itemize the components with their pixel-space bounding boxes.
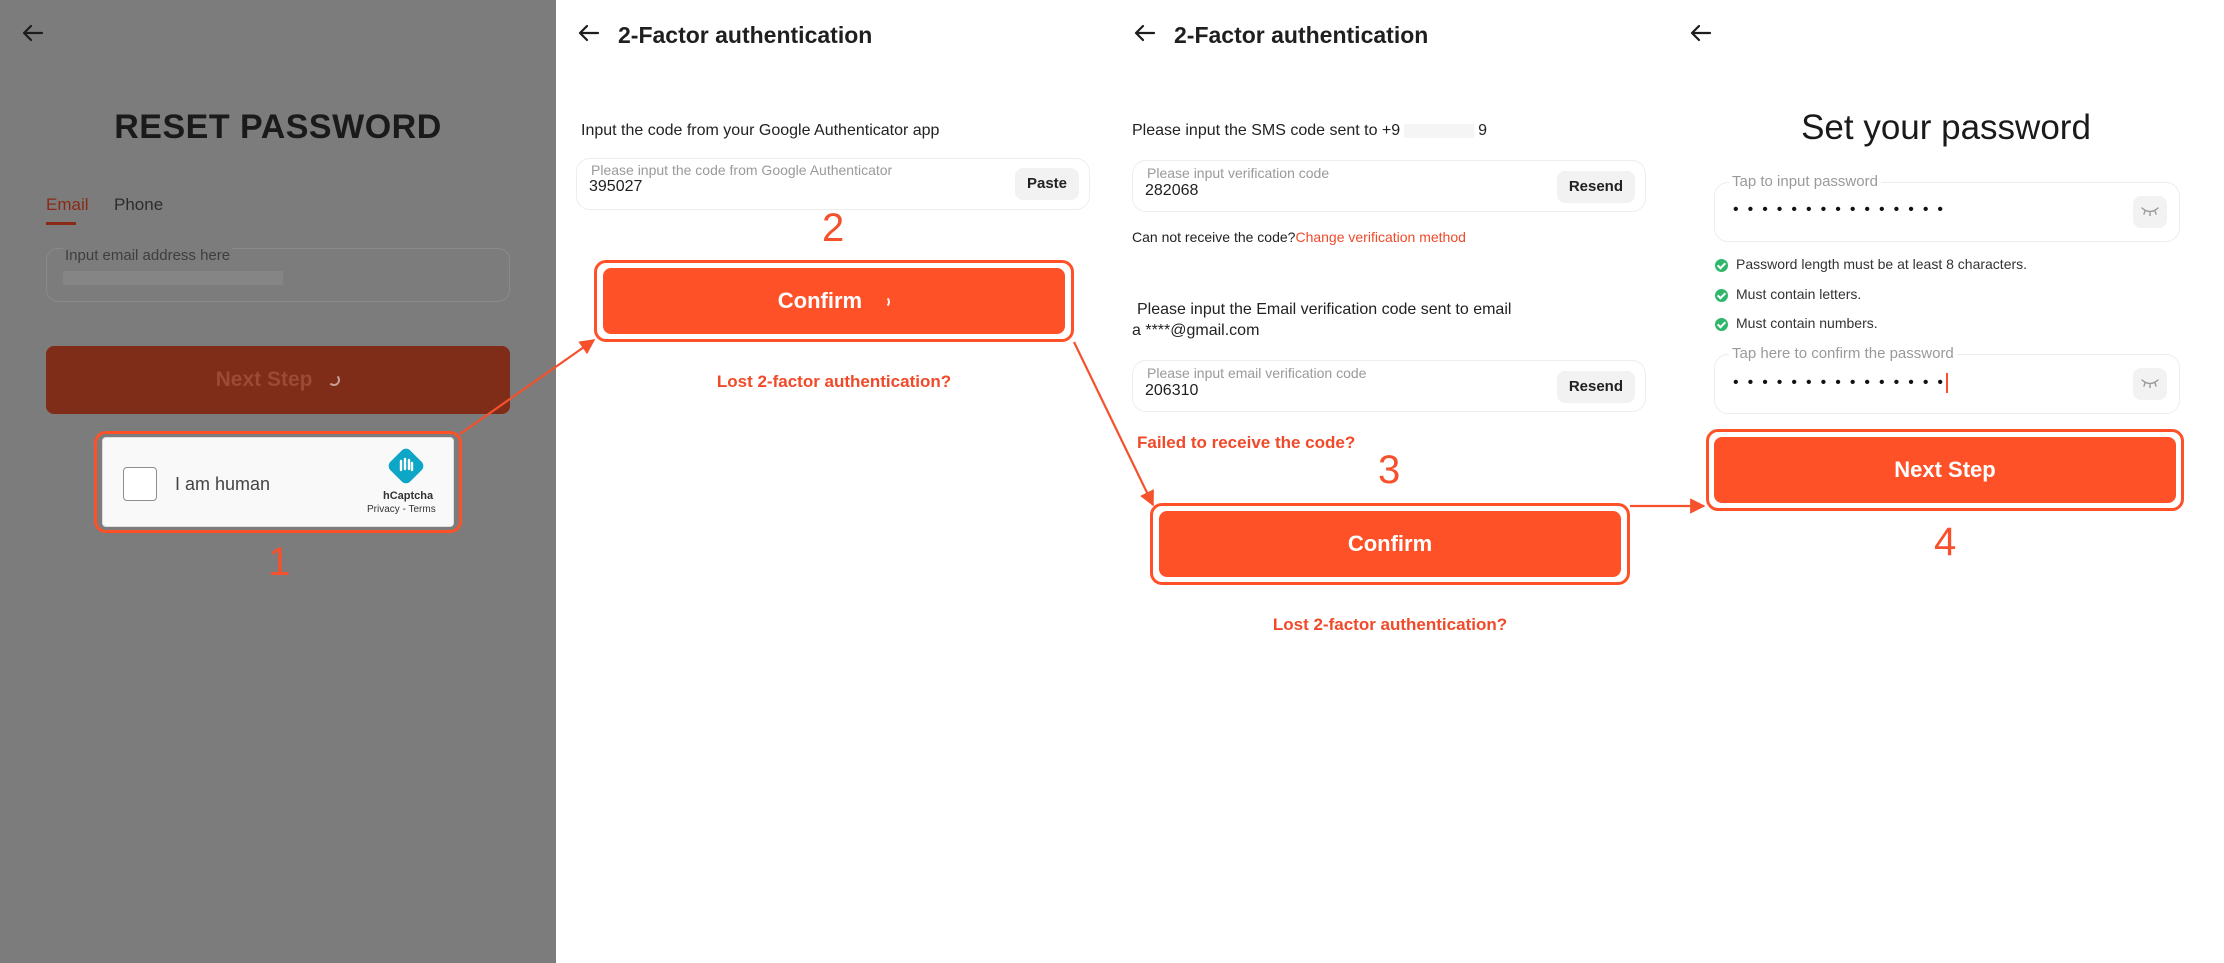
back-arrow-icon[interactable] <box>20 20 46 46</box>
sms-instruction: Please input the SMS code sent to +9 9 <box>1132 122 1487 140</box>
captcha-brand: hCaptcha <box>383 490 434 502</box>
confirm-password-dots: ••••••••••••••• <box>1733 374 1953 392</box>
email-resend-button[interactable]: Resend <box>1556 371 1635 403</box>
eye-closed-icon[interactable] <box>2133 196 2167 228</box>
eye-closed-icon[interactable] <box>2133 368 2167 400</box>
lost-2fa-link[interactable]: Lost 2-factor authentication? <box>556 372 1112 392</box>
email-field[interactable]: Input email address here <box>46 247 510 302</box>
change-method-link[interactable]: Change verification method <box>1295 229 1465 245</box>
failed-receive-link[interactable]: Failed to receive the code? <box>1137 433 1355 453</box>
captcha-widget[interactable]: I am human hCaptcha Privacy - Terms <box>102 437 454 527</box>
page-title: 2-Factor authentication <box>1174 22 1429 48</box>
next-step-button[interactable]: Next Step <box>1714 437 2176 503</box>
captcha-label: I am human <box>175 474 271 494</box>
back-arrow-icon[interactable] <box>1688 20 1714 46</box>
captcha-links[interactable]: Privacy - Terms <box>367 504 436 515</box>
paste-button[interactable]: Paste <box>1014 168 1079 200</box>
confirm-password-field[interactable]: Tap here to confirm the password •••••••… <box>1714 345 2180 414</box>
step-number-4: 4 <box>1934 520 1957 564</box>
sms-code-placeholder: Please input verification code <box>1147 165 1330 181</box>
password-label: Tap to input password <box>1729 173 1881 190</box>
authenticator-code-placeholder: Please input the code from Google Authen… <box>591 162 893 178</box>
cannot-receive-row: Can not receive the code?Change verifica… <box>1132 229 1466 245</box>
next-step-label: Next Step <box>215 368 313 391</box>
sms-code-value: 282068 <box>1145 182 1199 199</box>
phone-mask <box>1404 123 1475 138</box>
cannot-receive-text: Can not receive the code? <box>1132 229 1296 245</box>
sms-instruction-suffix: 9 <box>1478 122 1488 139</box>
step-number-2: 2 <box>822 206 845 250</box>
check-circle-icon <box>1715 258 1728 272</box>
tab-email-label: Email <box>46 195 89 214</box>
tab-email[interactable]: Email <box>46 195 89 225</box>
back-arrow-icon[interactable] <box>1132 20 1158 46</box>
sms-instruction-text: Please input the SMS code sent to +9 <box>1132 122 1401 139</box>
next-step-button[interactable]: Next Step <box>46 346 510 414</box>
email-code-value: 206310 <box>1145 382 1199 399</box>
step-number-1: 1 <box>268 540 291 584</box>
tab-active-indicator <box>46 222 76 225</box>
rule-letters: Must contain letters. <box>1715 286 1861 302</box>
sms-code-field[interactable]: Please input verification code 282068 Re… <box>1132 160 1646 212</box>
confirm-label: Confirm <box>777 288 863 313</box>
confirm-button[interactable]: Confirm <box>1159 511 1621 577</box>
hcaptcha-logo-icon <box>388 448 424 484</box>
loading-spinner-icon <box>878 296 891 309</box>
back-arrow-icon[interactable] <box>576 20 602 46</box>
page-title: RESET PASSWORD <box>114 108 442 146</box>
page-title: Set your password <box>1801 108 2091 147</box>
password-field[interactable]: Tap to input password ••••••••••••••• <box>1714 173 2180 242</box>
sms-email-2fa-panel: 2-Factor authentication Please input the… <box>1112 0 1668 963</box>
email-code-placeholder: Please input email verification code <box>1147 365 1367 381</box>
authenticator-code-value: 395027 <box>589 178 643 195</box>
confirm-password-label: Tap here to confirm the password <box>1729 345 1957 362</box>
email-code-field[interactable]: Please input email verification code 206… <box>1132 360 1646 412</box>
google-2fa-panel: 2-Factor authentication Input the code f… <box>556 0 1112 963</box>
rule-label: Password length must be at least 8 chara… <box>1736 256 2028 272</box>
rule-label: Must contain letters. <box>1736 286 1862 302</box>
authenticator-code-field[interactable]: Please input the code from Google Authen… <box>576 158 1090 210</box>
confirm-password-value: ••••••••••••••• <box>1733 373 1949 393</box>
email-instruction-line1: Please input the Email verification code… <box>1137 301 1512 318</box>
page-title: 2-Factor authentication <box>618 22 873 48</box>
rule-numbers: Must contain numbers. <box>1715 315 1878 331</box>
tab-phone[interactable]: Phone <box>114 195 163 215</box>
step-number-3: 3 <box>1378 448 1401 492</box>
email-value-mask <box>63 271 283 285</box>
email-instruction-line2: a ****@gmail.com <box>1132 322 1260 339</box>
email-placeholder: Input email address here <box>63 247 233 264</box>
text-cursor <box>1946 373 1949 393</box>
password-value: ••••••••••••••• <box>1733 201 1953 218</box>
confirm-button[interactable]: Confirm <box>603 268 1065 334</box>
loading-spinner-icon <box>328 374 341 387</box>
check-circle-icon <box>1715 317 1728 331</box>
reset-password-panel: RESET PASSWORD Email Phone Input email a… <box>0 0 556 963</box>
sms-resend-button[interactable]: Resend <box>1556 171 1635 203</box>
rule-min-length: Password length must be at least 8 chara… <box>1715 256 2027 272</box>
check-circle-icon <box>1715 288 1728 302</box>
authenticator-instruction: Input the code from your Google Authenti… <box>581 122 940 139</box>
lost-2fa-link[interactable]: Lost 2-factor authentication? <box>1112 615 1668 635</box>
rule-label: Must contain numbers. <box>1736 315 1878 331</box>
captcha-checkbox[interactable] <box>123 467 157 501</box>
